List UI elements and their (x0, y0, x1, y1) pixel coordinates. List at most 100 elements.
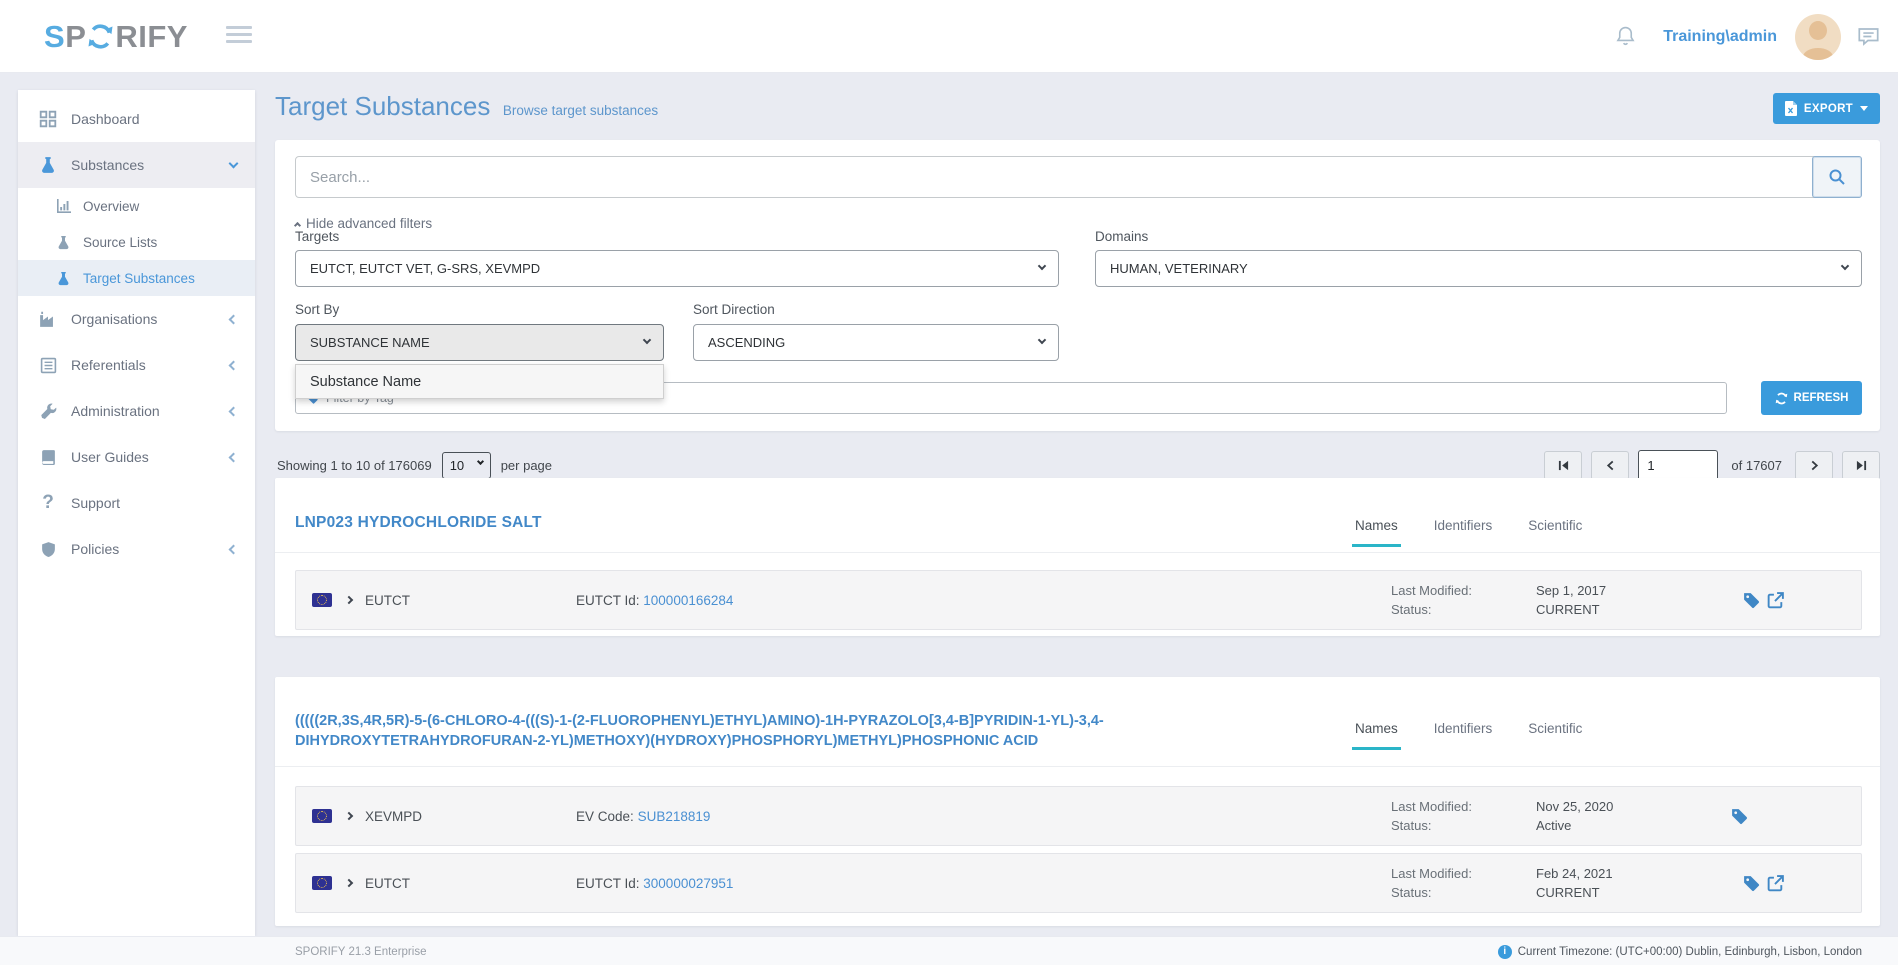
tab-scientific[interactable]: Scientific (1525, 518, 1585, 547)
external-link-icon[interactable] (1766, 591, 1785, 610)
flask-icon (55, 270, 72, 287)
chevron-down-icon (230, 163, 237, 167)
sidebar-item-source-lists[interactable]: Source Lists (18, 224, 255, 260)
substance-record-row: XEVMPD EV Code: SUB218819 Last Modified:… (295, 786, 1862, 846)
tag-icon[interactable] (1742, 874, 1761, 893)
chevron-left-icon (230, 408, 237, 415)
source-system-label: EUTCT (365, 593, 410, 608)
footer: SPORIFY 21.3 Enterprise i Current Timezo… (0, 936, 1898, 965)
page-subtitle: Browse target substances (503, 103, 658, 118)
record-meta-values: Nov 25, 2020 Active (1536, 797, 1613, 835)
identifier-label: EV Code: (576, 809, 634, 824)
sidebar-item-support[interactable]: ? Support (18, 480, 255, 526)
substance-name-link[interactable]: (((((2R,3S,4R,5R)-5-(6-CHLORO-4-(((S)-1-… (295, 711, 1210, 751)
sidebar-item-target-substances[interactable]: Target Substances (18, 260, 255, 296)
next-page-button[interactable] (1795, 451, 1833, 480)
domains-label: Domains (1095, 229, 1148, 244)
sidebar-item-overview[interactable]: Overview (18, 188, 255, 224)
chevron-left-icon (230, 362, 237, 369)
source-system-label: EUTCT (365, 876, 410, 891)
tag-icon[interactable] (1730, 807, 1749, 826)
identifier-link[interactable]: SUB218819 (638, 809, 711, 824)
card-tabs: Names Identifiers Scientific (1352, 518, 1585, 547)
sort-direction-select[interactable]: ASCENDING (693, 324, 1059, 361)
tab-names[interactable]: Names (1352, 518, 1401, 547)
info-icon: i (1498, 945, 1512, 959)
identifier-label: EUTCT Id: (576, 876, 640, 891)
external-link-icon[interactable] (1766, 874, 1785, 893)
chat-feedback-icon[interactable] (1857, 26, 1880, 47)
filters-panel: Hide advanced filters Targets EUTCT, EUT… (275, 140, 1880, 431)
per-page-select[interactable]: 10 (442, 452, 491, 479)
factory-icon (38, 309, 58, 329)
source-system-label: XEVMPD (365, 809, 422, 824)
sidebar-item-organisations[interactable]: Organisations (18, 296, 255, 342)
record-meta-labels: Last Modified: Status: (1391, 797, 1472, 835)
export-button[interactable]: EXPORT (1773, 93, 1880, 124)
targets-select[interactable]: EUTCT, EUTCT VET, G-SRS, XEVMPD (295, 250, 1059, 287)
page-number-input[interactable] (1638, 450, 1718, 481)
search-input[interactable] (295, 156, 1862, 198)
identifier-group: EUTCT Id: 100000166284 (576, 593, 733, 608)
identifier-link[interactable]: 300000027951 (643, 876, 733, 891)
sort-by-select-value: SUBSTANCE NAME (310, 335, 430, 350)
last-modified-label: Last Modified: (1391, 864, 1472, 883)
tag-icon[interactable] (1742, 591, 1761, 610)
notifications-bell-icon[interactable] (1614, 25, 1637, 48)
expand-chevron-icon[interactable] (346, 597, 352, 603)
menu-toggle-icon[interactable] (226, 26, 252, 47)
page-header: Target Substances Browse target substanc… (275, 91, 1880, 133)
caret-up-icon (294, 221, 301, 228)
chevron-left-icon (230, 316, 237, 323)
last-modified-value: Feb 24, 2021 (1536, 864, 1613, 883)
app-logo[interactable]: SP RIFY (44, 0, 188, 73)
sidebar-label: Referentials (71, 357, 146, 373)
tab-names[interactable]: Names (1352, 721, 1401, 750)
sort-by-option-substance-name[interactable]: Substance Name (296, 365, 663, 398)
substance-card: (((((2R,3S,4R,5R)-5-(6-CHLORO-4-(((S)-1-… (275, 677, 1880, 926)
status-value: Active (1536, 816, 1613, 835)
sidebar-item-substances[interactable]: Substances (18, 142, 255, 188)
substance-name-link[interactable]: LNP023 HYDROCHLORIDE SALT (295, 514, 542, 532)
last-modified-label: Last Modified: (1391, 581, 1472, 600)
expand-chevron-icon[interactable] (346, 813, 352, 819)
chevron-down-icon (1038, 262, 1046, 270)
previous-page-button[interactable] (1591, 451, 1629, 480)
chevron-down-icon (643, 336, 651, 344)
sidebar-item-policies[interactable]: Policies (18, 526, 255, 572)
sidebar-label: Organisations (71, 311, 157, 327)
status-label: Status: (1391, 600, 1472, 619)
avatar[interactable] (1795, 14, 1841, 60)
tab-identifiers[interactable]: Identifiers (1431, 518, 1496, 547)
eu-flag-icon (312, 809, 332, 823)
tab-scientific[interactable]: Scientific (1525, 721, 1585, 750)
tab-identifiers[interactable]: Identifiers (1431, 721, 1496, 750)
substance-card: LNP023 HYDROCHLORIDE SALT Names Identifi… (275, 478, 1880, 636)
last-modified-value: Nov 25, 2020 (1536, 797, 1613, 816)
search-button[interactable] (1812, 156, 1862, 198)
sidebar-item-administration[interactable]: Administration (18, 388, 255, 434)
last-page-button[interactable] (1842, 451, 1880, 480)
export-label: EXPORT (1804, 103, 1853, 115)
user-menu[interactable]: Training\admin (1663, 28, 1777, 46)
first-page-button[interactable] (1544, 451, 1582, 480)
pagination-bar: Showing 1 to 10 of 176069 10 per page of… (275, 448, 1880, 482)
sidebar-label: Support (71, 495, 120, 511)
total-pages-text: of 17607 (1731, 458, 1782, 473)
flask-icon (55, 234, 72, 251)
sort-by-select[interactable]: SUBSTANCE NAME (295, 324, 664, 361)
domains-select-value: HUMAN, VETERINARY (1110, 261, 1248, 276)
sidebar-item-dashboard[interactable]: Dashboard (18, 96, 255, 142)
sidebar-item-referentials[interactable]: Referentials (18, 342, 255, 388)
book-icon (38, 447, 58, 467)
sidebar-item-user-guides[interactable]: User Guides (18, 434, 255, 480)
expand-chevron-icon[interactable] (346, 880, 352, 886)
domains-select[interactable]: HUMAN, VETERINARY (1095, 250, 1862, 287)
identifier-link[interactable]: 100000166284 (643, 593, 733, 608)
sidebar-label: Dashboard (71, 111, 140, 127)
eu-flag-icon (312, 876, 332, 890)
logo-letter-p: P (65, 19, 86, 55)
flask-icon (38, 155, 58, 175)
refresh-button[interactable]: REFRESH (1761, 381, 1862, 415)
chevron-down-icon (1038, 336, 1046, 344)
